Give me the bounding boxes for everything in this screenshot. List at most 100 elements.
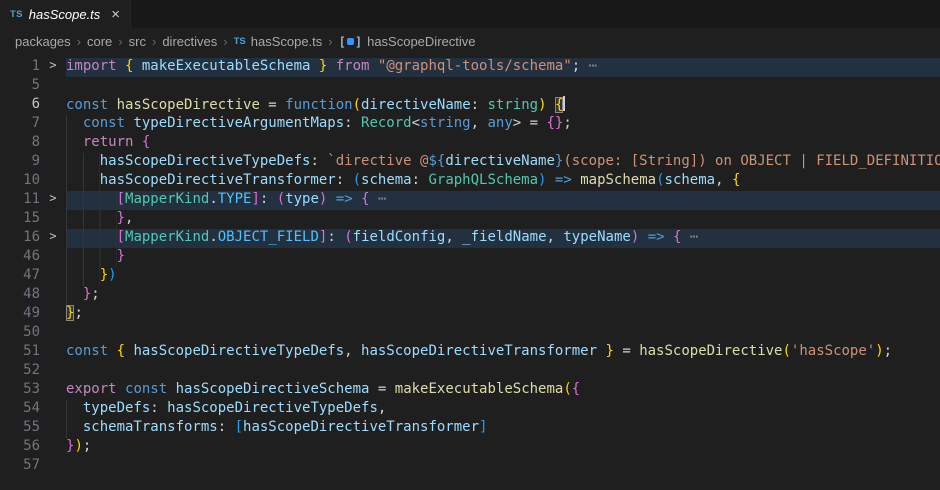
line-number[interactable]: 57 bbox=[0, 457, 40, 476]
code-line[interactable]: 52 bbox=[0, 362, 940, 381]
code-line[interactable]: 11> [MapperKind.TYPE]: (type) => { ⋯ bbox=[0, 191, 940, 210]
line-number[interactable]: 1 bbox=[0, 58, 40, 77]
line-number[interactable]: 15 bbox=[0, 210, 40, 229]
line-number[interactable]: 5 bbox=[0, 77, 40, 96]
code-line-content[interactable]: const typeDirectiveArgumentMaps: Record<… bbox=[66, 115, 940, 134]
line-number[interactable]: 48 bbox=[0, 286, 40, 305]
code-line-content[interactable]: }, bbox=[66, 210, 940, 229]
code-line[interactable]: 15 }, bbox=[0, 210, 940, 229]
breadcrumb-item[interactable]: directives bbox=[162, 34, 217, 49]
fold-chevron-icon[interactable]: > bbox=[40, 191, 66, 210]
code-line-content[interactable] bbox=[66, 77, 940, 96]
token: return bbox=[83, 134, 142, 150]
fold-gutter-spacer bbox=[40, 267, 66, 286]
line-number[interactable]: 47 bbox=[0, 267, 40, 286]
token: ; bbox=[884, 343, 892, 359]
token bbox=[66, 419, 83, 435]
line-number[interactable]: 54 bbox=[0, 400, 40, 419]
code-line[interactable]: 5 bbox=[0, 77, 940, 96]
code-line[interactable]: 55 schemaTransforms: [hasScopeDirectiveT… bbox=[0, 419, 940, 438]
token: ; bbox=[74, 305, 82, 321]
token: function bbox=[285, 97, 352, 113]
line-number[interactable]: 51 bbox=[0, 343, 40, 362]
code-line[interactable]: 48 }; bbox=[0, 286, 940, 305]
fold-gutter-spacer bbox=[40, 134, 66, 153]
token: = bbox=[369, 381, 394, 397]
code-line[interactable]: 10 hasScopeDirectiveTransformer: (schema… bbox=[0, 172, 940, 191]
fold-chevron-icon[interactable]: > bbox=[40, 229, 66, 248]
code-line-content[interactable]: } bbox=[66, 248, 940, 267]
code-line[interactable]: 16> [MapperKind.OBJECT_FIELD]: (fieldCon… bbox=[0, 229, 940, 248]
breadcrumb-item[interactable]: packages bbox=[15, 34, 71, 49]
line-number[interactable]: 46 bbox=[0, 248, 40, 267]
token: ${ bbox=[428, 153, 445, 169]
code-line[interactable]: 1>import { makeExecutableSchema } from "… bbox=[0, 58, 940, 77]
code-line[interactable]: 56}); bbox=[0, 438, 940, 457]
code-line-content[interactable]: hasScopeDirectiveTransformer: (schema: G… bbox=[66, 172, 940, 191]
code-line-content[interactable] bbox=[66, 457, 940, 476]
line-number[interactable]: 8 bbox=[0, 134, 40, 153]
breadcrumb-item[interactable]: src bbox=[129, 34, 146, 49]
code-line-content[interactable]: import { makeExecutableSchema } from "@g… bbox=[66, 58, 940, 77]
code-line-content[interactable]: const { hasScopeDirectiveTypeDefs, hasSc… bbox=[66, 343, 940, 362]
code-line[interactable]: 9 hasScopeDirectiveTypeDefs: `directive … bbox=[0, 153, 940, 172]
code-line[interactable]: 6 const hasScopeDirective = function(dire… bbox=[0, 96, 940, 115]
line-number[interactable]: 11 bbox=[0, 191, 40, 210]
close-icon[interactable]: × bbox=[111, 7, 120, 22]
fold-gutter-spacer bbox=[40, 115, 66, 134]
code-line[interactable]: 57 bbox=[0, 457, 940, 476]
fold-chevron-icon[interactable]: > bbox=[40, 58, 66, 77]
line-number[interactable]: 52 bbox=[0, 362, 40, 381]
fold-gutter-spacer bbox=[40, 77, 66, 96]
code-line-content[interactable] bbox=[66, 362, 940, 381]
token: _fieldName bbox=[462, 229, 546, 245]
line-number[interactable]: 7 bbox=[0, 115, 40, 134]
vscode-window: TS hasScope.ts × packages›core›src›direc… bbox=[0, 0, 940, 490]
code-line-content[interactable]: export const hasScopeDirectiveSchema = m… bbox=[66, 381, 940, 400]
line-number[interactable]: 49 bbox=[0, 305, 40, 324]
code-line-content[interactable]: schemaTransforms: [hasScopeDirectiveTran… bbox=[66, 419, 940, 438]
token: 'hasScope' bbox=[791, 343, 875, 359]
breadcrumb-item[interactable]: hasScope.ts bbox=[251, 34, 323, 49]
typescript-file-icon: TS bbox=[234, 36, 246, 47]
code-line-content[interactable]: const hasScopeDirective = function(direc… bbox=[66, 96, 940, 115]
code-line[interactable]: 47 }) bbox=[0, 267, 940, 286]
line-number[interactable]: 55 bbox=[0, 419, 40, 438]
token: ) bbox=[74, 438, 82, 454]
code-line-content[interactable]: typeDefs: hasScopeDirectiveTypeDefs, bbox=[66, 400, 940, 419]
code-line-content[interactable]: }) bbox=[66, 267, 940, 286]
line-number[interactable]: 10 bbox=[0, 172, 40, 191]
line-number[interactable]: 50 bbox=[0, 324, 40, 343]
code-line[interactable]: 7 const typeDirectiveArgumentMaps: Recor… bbox=[0, 115, 940, 134]
code-line[interactable]: 8 return { bbox=[0, 134, 940, 153]
code-line-content[interactable]: }; bbox=[66, 305, 940, 324]
token: = bbox=[260, 97, 285, 113]
tab-hasScope[interactable]: TS hasScope.ts × bbox=[0, 0, 131, 28]
line-number[interactable]: 6 bbox=[0, 96, 40, 115]
code-line-content[interactable]: }); bbox=[66, 438, 940, 457]
chevron-right-icon: › bbox=[77, 34, 81, 49]
line-number[interactable]: 9 bbox=[0, 153, 40, 172]
code-line-content[interactable]: }; bbox=[66, 286, 940, 305]
code-line-content[interactable]: hasScopeDirectiveTypeDefs: `directive @$… bbox=[66, 153, 940, 172]
code-line[interactable]: 50 bbox=[0, 324, 940, 343]
code-line[interactable]: 54 typeDefs: hasScopeDirectiveTypeDefs, bbox=[0, 400, 940, 419]
breadcrumb-item[interactable]: hasScopeDirective bbox=[367, 34, 475, 49]
token: } bbox=[117, 210, 125, 226]
line-number[interactable]: 53 bbox=[0, 381, 40, 400]
code-line[interactable]: 49}; bbox=[0, 305, 940, 324]
code-line-content[interactable] bbox=[66, 324, 940, 343]
token: hasScopeDirectiveTransformer bbox=[243, 419, 479, 435]
token: makeExecutableSchema bbox=[395, 381, 564, 397]
code-line[interactable]: 53 export const hasScopeDirectiveSchema =… bbox=[0, 381, 940, 400]
code-line-content[interactable]: return { bbox=[66, 134, 940, 153]
code-line-content[interactable]: [MapperKind.TYPE]: (type) => { ⋯ bbox=[66, 191, 940, 210]
code-line[interactable]: 51 const { hasScopeDirectiveTypeDefs, has… bbox=[0, 343, 940, 362]
fold-gutter-spacer bbox=[40, 172, 66, 191]
token: fieldConfig bbox=[353, 229, 446, 245]
line-number[interactable]: 56 bbox=[0, 438, 40, 457]
code-line-content[interactable]: [MapperKind.OBJECT_FIELD]: (fieldConfig,… bbox=[66, 229, 940, 248]
code-line[interactable]: 46 } bbox=[0, 248, 940, 267]
line-number[interactable]: 16 bbox=[0, 229, 40, 248]
breadcrumb-item[interactable]: core bbox=[87, 34, 112, 49]
